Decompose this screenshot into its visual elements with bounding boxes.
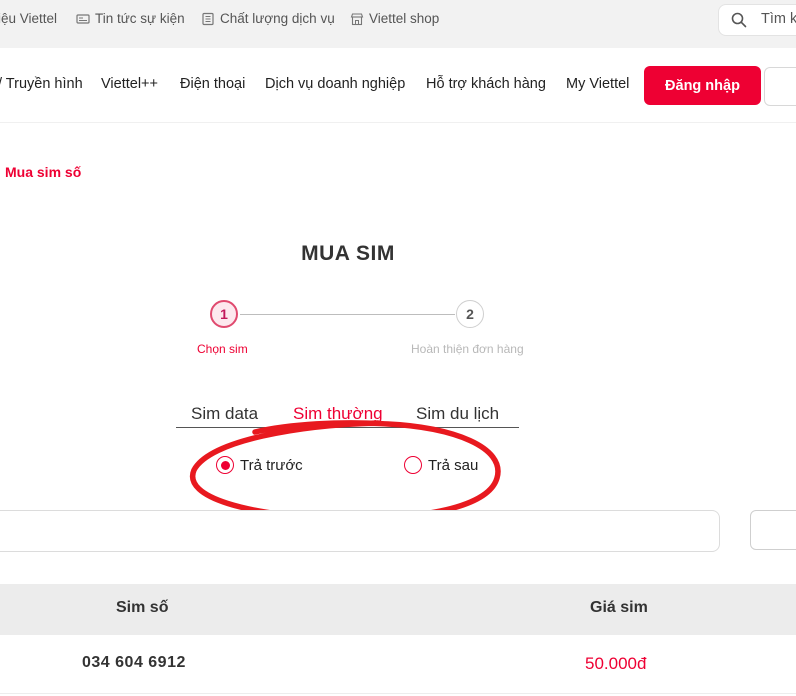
table-row[interactable]: 034 604 6912 50.000đ	[0, 635, 796, 694]
toplink-label: iệu Viettel	[0, 11, 58, 26]
toplink-label: Chất lượng dịch vụ	[220, 11, 335, 26]
nav-item-phone[interactable]: Điện thoại	[180, 76, 245, 92]
divider	[0, 122, 796, 123]
stepper-line	[240, 314, 455, 315]
step-2-circle: 2	[456, 300, 484, 328]
newspaper-icon	[76, 13, 90, 24]
radio-prepaid[interactable]: Trả trước	[216, 456, 303, 474]
top-bar: iệu Viettel Tin tức sự kiện Chất lượng d…	[0, 0, 796, 48]
site-search-box[interactable]: Tìm k	[718, 4, 796, 36]
login-button[interactable]: Đăng nhập	[644, 66, 761, 105]
toplink-news[interactable]: Tin tức sự kiện	[76, 11, 185, 26]
page-title: MUA SIM	[301, 242, 395, 265]
sim-price-cell: 50.000đ	[585, 654, 647, 673]
nav-secondary-button[interactable]	[764, 67, 796, 106]
search-placeholder: Tìm k	[761, 11, 796, 27]
nav-item-tv[interactable]: / Truyền hình	[0, 76, 83, 92]
step-1-label: Chọn sim	[197, 342, 248, 356]
step-2-label: Hoàn thiện đơn hàng	[411, 342, 524, 356]
search-icon	[731, 12, 747, 28]
nav-item-support[interactable]: Hỗ trợ khách hàng	[426, 76, 546, 92]
breadcrumb[interactable]: Mua sim số	[5, 164, 81, 180]
radio-label: Trả trước	[240, 456, 303, 474]
shop-icon	[350, 12, 364, 25]
toplink-shop[interactable]: Viettel shop	[350, 11, 439, 26]
sim-search-button[interactable]	[750, 510, 796, 550]
radio-unselected-icon	[404, 456, 422, 474]
toplink-viettel-info[interactable]: iệu Viettel	[0, 11, 57, 26]
book-icon	[202, 12, 214, 25]
step-1-circle: 1	[210, 300, 238, 328]
column-header-sim-number: Sim số	[116, 599, 169, 616]
sim-number-cell: 034 604 6912	[82, 654, 186, 671]
nav-item-business[interactable]: Dịch vụ doanh nghiệp	[265, 76, 405, 92]
tab-sim-data[interactable]: Sim data	[191, 404, 258, 424]
tab-sim-thuong[interactable]: Sim thường	[293, 404, 383, 424]
nav-item-my-viettel[interactable]: My Viettel	[566, 76, 629, 92]
sim-search-input[interactable]	[0, 510, 720, 552]
tab-sim-du-lich[interactable]: Sim du lịch	[416, 404, 499, 424]
tabs-underline	[176, 427, 519, 428]
toplink-label: Tin tức sự kiện	[95, 11, 185, 26]
nav-item-viettel-plus[interactable]: Viettel++	[101, 76, 158, 92]
toplink-label: Viettel shop	[369, 11, 440, 26]
column-header-price: Giá sim	[590, 599, 648, 616]
radio-label: Trả sau	[428, 456, 479, 474]
radio-postpaid[interactable]: Trả sau	[404, 456, 478, 474]
table-header: Sim số Giá sim	[0, 584, 796, 635]
radio-selected-icon	[216, 456, 234, 474]
toplink-quality[interactable]: Chất lượng dịch vụ	[201, 11, 335, 26]
